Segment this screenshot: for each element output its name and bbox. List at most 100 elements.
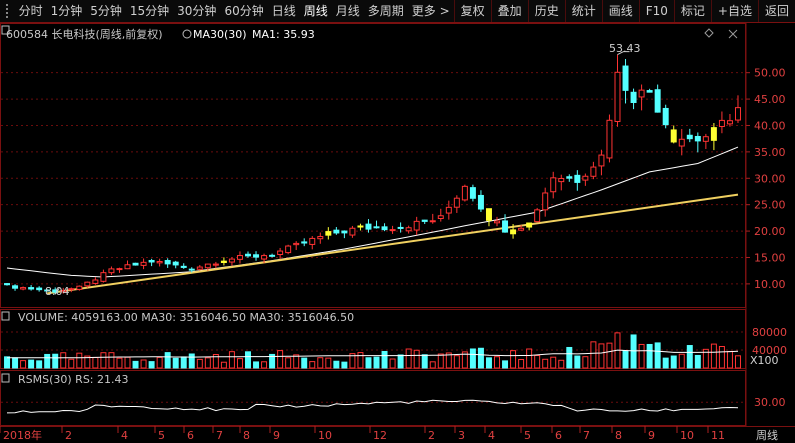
volume-unit: X100 bbox=[750, 354, 779, 367]
volume-bar bbox=[622, 350, 629, 369]
x-tick-label: 11 bbox=[711, 429, 725, 442]
trendline bbox=[47, 193, 739, 295]
volume-bar bbox=[309, 361, 316, 369]
volume-bar bbox=[172, 357, 179, 369]
candle-body bbox=[405, 227, 412, 232]
candle-body bbox=[469, 187, 476, 199]
action-button-1[interactable]: 叠加 bbox=[490, 0, 528, 22]
volume-bar bbox=[236, 358, 243, 369]
period-tab-5[interactable]: 60分钟 bbox=[220, 0, 267, 22]
candle-body bbox=[534, 209, 541, 223]
period-tab-3[interactable]: 15分钟 bbox=[126, 0, 173, 22]
candle-body bbox=[156, 260, 163, 264]
candle-body bbox=[445, 206, 452, 214]
high-label: 53.43 bbox=[609, 42, 641, 55]
volume-bar bbox=[28, 359, 35, 369]
action-button-0[interactable]: 复权 bbox=[453, 0, 491, 22]
period-tab-2[interactable]: 5分钟 bbox=[86, 0, 126, 22]
kline-chart[interactable]: 50.00 45.00 40.00 35.00 30.00 25.00 20.00 15.00… bbox=[0, 23, 795, 443]
x-tick-label: 6 bbox=[187, 429, 194, 442]
action-button-4[interactable]: 画线 bbox=[601, 0, 639, 22]
period-tab-6[interactable]: 日线 bbox=[268, 0, 300, 22]
candle-body bbox=[188, 268, 195, 271]
candle-body bbox=[325, 231, 332, 236]
candle-body bbox=[4, 283, 11, 286]
period-tab-0[interactable]: 分时 bbox=[15, 0, 47, 22]
candle-body bbox=[220, 260, 227, 264]
diamond-icon[interactable] bbox=[704, 28, 714, 38]
volume-bar bbox=[574, 355, 581, 369]
main-y-tick: 35.00 bbox=[754, 146, 786, 159]
candle-body bbox=[333, 229, 340, 234]
close-icon[interactable] bbox=[728, 29, 738, 39]
action-button-5[interactable]: F10 bbox=[638, 0, 674, 22]
x-tick-label: 9 bbox=[273, 429, 280, 442]
candle-body bbox=[453, 197, 460, 208]
settings-circle-icon[interactable] bbox=[182, 29, 192, 39]
action-button-6[interactable]: 标记 bbox=[673, 0, 711, 22]
candle-body bbox=[108, 268, 115, 274]
action-button-7[interactable]: +自选 bbox=[710, 0, 758, 22]
volume-bar bbox=[116, 357, 123, 369]
period-tab-1[interactable]: 1分钟 bbox=[47, 0, 87, 22]
volume-bar bbox=[654, 342, 661, 369]
action-button-3[interactable]: 统计 bbox=[564, 0, 602, 22]
volume-bar bbox=[12, 357, 19, 369]
candle-body bbox=[662, 107, 669, 126]
period-tab-10[interactable]: 更多 > bbox=[408, 0, 454, 22]
candle-body bbox=[646, 90, 653, 93]
period-tabs: 分时 1分钟 5分钟 15分钟 30分钟 60分钟 日线 周线 月线 多周期 更多 > bbox=[15, 0, 454, 22]
volume-bar bbox=[333, 360, 340, 369]
volume-bar bbox=[469, 348, 476, 369]
volume-bar bbox=[413, 349, 420, 369]
candle-body bbox=[293, 242, 300, 246]
period-tab-8[interactable]: 月线 bbox=[332, 0, 364, 22]
x-tick-label: 10 bbox=[680, 429, 694, 442]
action-button-2[interactable]: 历史 bbox=[527, 0, 565, 22]
volume-bar bbox=[164, 352, 171, 369]
candle-body bbox=[614, 71, 621, 123]
candle-body bbox=[638, 89, 645, 98]
candle-body bbox=[389, 229, 396, 232]
x-axis-period: 周线 bbox=[756, 428, 778, 442]
period-tab-9[interactable]: 多周期 bbox=[364, 0, 408, 22]
volume-bar bbox=[44, 353, 51, 369]
main-y-tick: 45.00 bbox=[754, 93, 786, 106]
volume-bar bbox=[678, 353, 685, 369]
x-tick-label: 6 bbox=[555, 429, 562, 442]
x-tick-label: 5 bbox=[158, 429, 165, 442]
volume-bar bbox=[124, 356, 131, 369]
period-tab-4[interactable]: 30分钟 bbox=[173, 0, 220, 22]
candle-body bbox=[196, 266, 203, 270]
x-tick-label: 12 bbox=[373, 429, 387, 442]
volume-bar bbox=[494, 356, 500, 369]
volume-bar bbox=[20, 360, 27, 369]
candle-body bbox=[686, 134, 693, 140]
volume-bar bbox=[228, 351, 235, 369]
candle-body bbox=[566, 176, 573, 179]
candle-body bbox=[180, 265, 187, 268]
candle-body bbox=[68, 288, 75, 291]
volume-bar bbox=[373, 356, 380, 369]
action-button-8[interactable]: 返回 bbox=[757, 0, 795, 22]
period-tab-7[interactable]: 周线 bbox=[300, 0, 332, 22]
candle-body bbox=[365, 223, 372, 230]
volume-bar bbox=[293, 354, 300, 369]
candle-body bbox=[28, 287, 35, 290]
volume-bar bbox=[4, 356, 11, 369]
candle-body bbox=[702, 136, 709, 142]
candle-body bbox=[494, 220, 500, 224]
volume-bar bbox=[132, 360, 139, 369]
volume-bar bbox=[694, 354, 701, 369]
volume-bar bbox=[301, 357, 308, 369]
candle-body bbox=[228, 258, 235, 263]
rsms-y-tick: 30.00 bbox=[754, 396, 786, 409]
volume-header: VOLUME: 4059163.00 MA30: 3516046.50 MA30… bbox=[18, 311, 354, 324]
volume-bar bbox=[638, 343, 645, 369]
volume-bar bbox=[582, 356, 589, 369]
candle-body bbox=[172, 261, 179, 266]
main-y-tick: 50.00 bbox=[754, 67, 786, 80]
candle-body bbox=[245, 253, 251, 257]
candle-body bbox=[317, 236, 324, 240]
volume-bar bbox=[341, 361, 348, 369]
